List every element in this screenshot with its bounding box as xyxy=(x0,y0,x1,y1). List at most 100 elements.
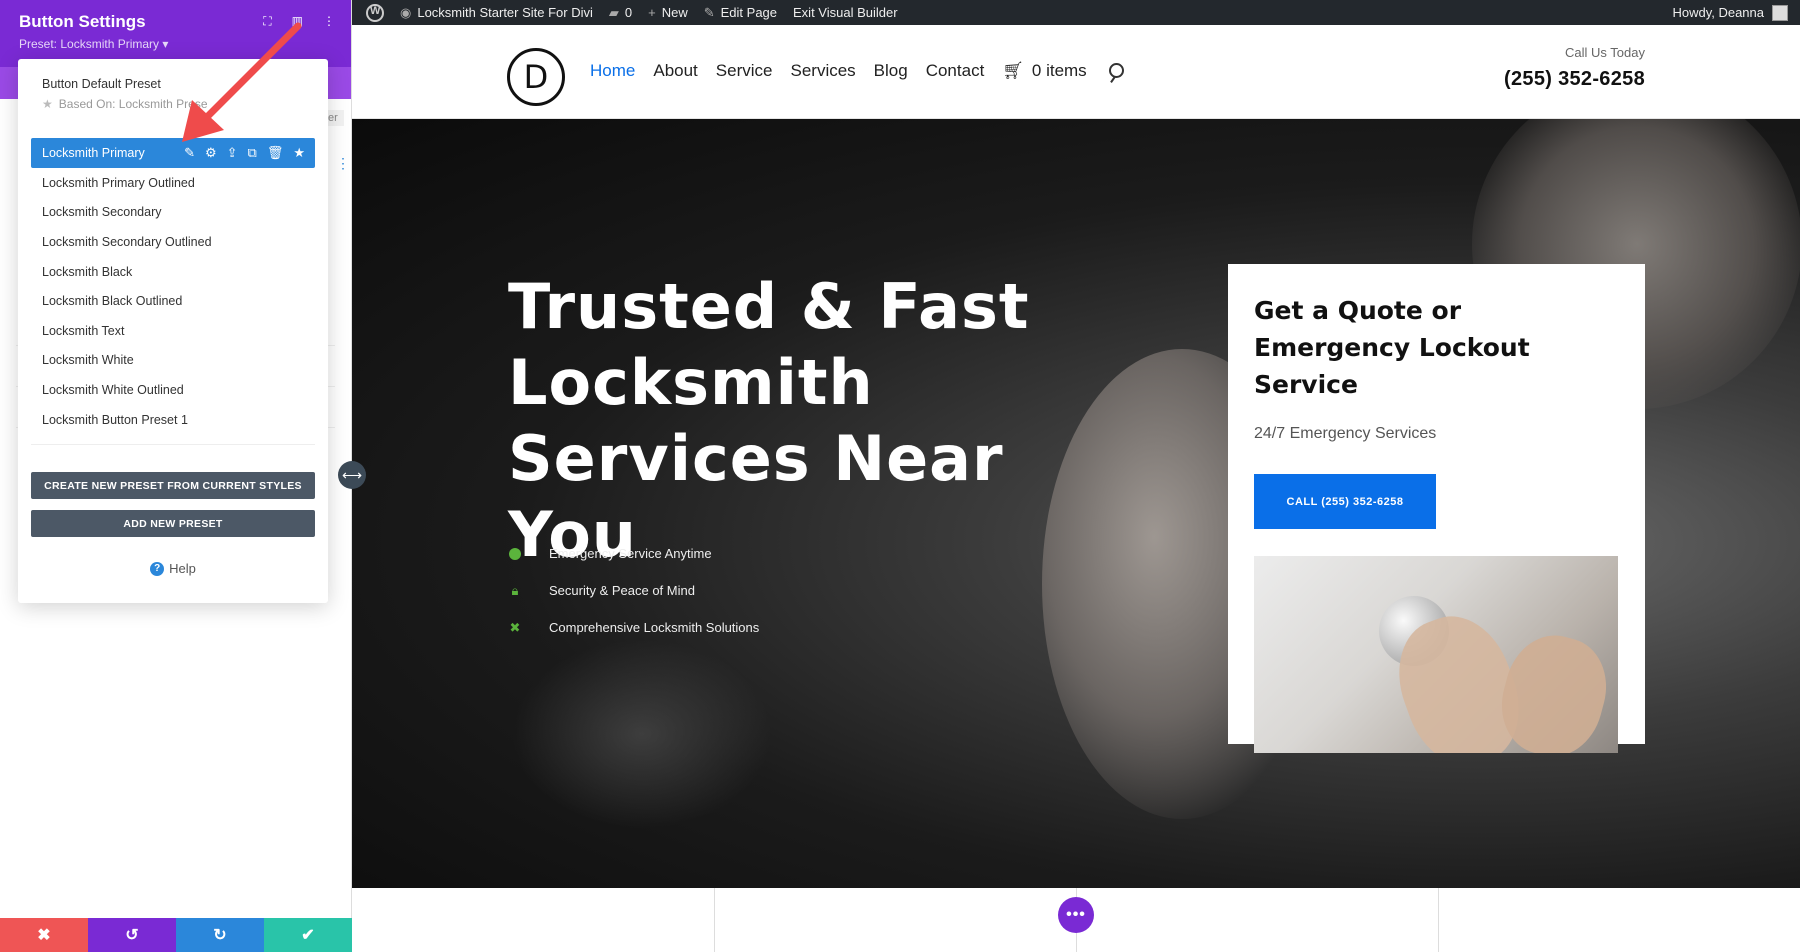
panel-header-icons: ⛶ ▥ ⋮ xyxy=(263,14,335,29)
site-header: D Home About Service Services Blog Conta… xyxy=(352,25,1800,119)
admin-bar-comments[interactable]: ▰ 0 xyxy=(601,0,640,25)
admin-bar-edit-page[interactable]: ✎ Edit Page xyxy=(696,0,785,25)
export-icon[interactable]: ⇪ xyxy=(227,145,238,161)
cart-link[interactable]: 🛒︎ 0 items xyxy=(1002,61,1086,81)
nav-about[interactable]: About xyxy=(653,61,697,81)
delete-icon[interactable]: 🗑︎ xyxy=(267,145,284,161)
tools-icon: ✖ xyxy=(509,619,521,635)
redo-button[interactable]: ↻ xyxy=(176,918,264,952)
fullscreen-icon[interactable]: ⛶ xyxy=(263,14,271,29)
quote-card-title: Get a Quote or Emergency Lockout Service xyxy=(1254,296,1530,399)
feature-label: Comprehensive Locksmith Solutions xyxy=(549,620,760,635)
help-label: Help xyxy=(169,561,196,577)
edit-icon[interactable]: ✎ xyxy=(184,145,195,161)
nav-home[interactable]: Home xyxy=(590,61,635,81)
quote-card-subtitle: 24/7 Emergency Services xyxy=(1254,425,1437,442)
based-on-row: ★ Based On: Locksmith Prese xyxy=(42,97,315,111)
wordpress-logo-icon[interactable] xyxy=(352,0,392,25)
nav-contact[interactable]: Contact xyxy=(926,61,985,81)
preset-item-label: Locksmith Primary xyxy=(42,146,145,160)
nav-blog[interactable]: Blog xyxy=(874,61,908,81)
based-on-label: Based On: Locksmith Prese xyxy=(58,97,208,111)
feature-item: Emergency Service Anytime xyxy=(508,535,759,572)
preset-item[interactable]: Locksmith Secondary xyxy=(31,198,315,228)
admin-bar-exit-builder[interactable]: Exit Visual Builder xyxy=(785,0,906,25)
column-divider xyxy=(1438,888,1439,952)
edit-page-label: Edit Page xyxy=(720,5,778,20)
header-phone[interactable]: (255) 352-6258 xyxy=(1504,68,1645,91)
lock-picking-image xyxy=(1254,556,1618,753)
save-button[interactable]: ✔ xyxy=(264,918,352,952)
default-star-icon[interactable]: ★ xyxy=(293,145,305,161)
resize-handle-icon[interactable]: ⟷ xyxy=(338,461,366,489)
gear-icon[interactable]: ⚙ xyxy=(205,145,217,161)
discard-button[interactable]: ✖ xyxy=(0,918,88,952)
call-button[interactable]: CALL (255) 352-6258 xyxy=(1254,474,1436,529)
preset-item[interactable]: Locksmith Black Outlined xyxy=(31,286,315,316)
preset-list: Locksmith Primary ✎ ⚙ ⇪ ⧉ 🗑︎ ★ Locksmith… xyxy=(31,138,315,434)
preset-item[interactable]: Locksmith White Outlined xyxy=(31,375,315,405)
create-preset-button[interactable]: CREATE NEW PRESET FROM CURRENT STYLES xyxy=(31,472,315,500)
admin-bar-account[interactable]: Howdy, Deanna xyxy=(1672,4,1800,21)
comment-icon: ▰ xyxy=(608,4,619,20)
preset-item[interactable]: Locksmith White xyxy=(31,346,315,376)
close-icon: ✖ xyxy=(37,927,51,944)
avatar xyxy=(1772,4,1788,21)
hero-section: Trusted & Fast Locksmith Services Near Y… xyxy=(352,119,1800,888)
hero-title: Trusted & Fast Locksmith Services Near Y… xyxy=(508,270,1030,571)
plus-icon: + xyxy=(648,5,656,20)
preset-item-locksmith-primary[interactable]: Locksmith Primary ✎ ⚙ ⇪ ⧉ 🗑︎ ★ xyxy=(31,138,315,168)
lock-icon: 🔒︎ xyxy=(511,582,519,598)
hero-background-keys xyxy=(512,639,772,829)
help-link[interactable]: ? Help xyxy=(31,561,315,576)
check-icon: ✔ xyxy=(301,927,315,944)
preset-dropdown: Button Default Preset ★ Based On: Locksm… xyxy=(18,59,328,603)
column-divider xyxy=(714,888,715,952)
undo-icon: ↺ xyxy=(125,927,139,944)
call-label: Call Us Today xyxy=(1565,45,1645,60)
add-preset-button[interactable]: ADD NEW PRESET xyxy=(31,510,315,538)
exit-builder-label: Exit Visual Builder xyxy=(793,5,898,20)
preset-item[interactable]: Locksmith Secondary Outlined xyxy=(31,227,315,257)
admin-bar-new[interactable]: + New xyxy=(640,0,696,25)
site-logo[interactable]: D xyxy=(507,48,565,106)
dashboard-icon: ◉ xyxy=(400,4,412,20)
admin-bar-site-link[interactable]: ◉ Locksmith Starter Site For Divi xyxy=(392,0,601,25)
star-icon: ★ xyxy=(42,97,53,111)
feature-item: ✖ Comprehensive Locksmith Solutions xyxy=(508,609,760,646)
panel-header: Button Settings Preset: Locksmith Primar… xyxy=(0,0,351,67)
wp-admin-bar: ◉ Locksmith Starter Site For Divi ▰ 0 + … xyxy=(352,0,1800,25)
preset-item[interactable]: Locksmith Text xyxy=(31,316,315,346)
more-options-icon[interactable]: ⋮ xyxy=(323,14,335,29)
nav-service[interactable]: Service xyxy=(716,61,773,81)
redo-icon: ↻ xyxy=(213,927,227,944)
undo-button[interactable]: ↺ xyxy=(88,918,176,952)
feature-item: 🔒︎ Security & Peace of Mind xyxy=(508,572,759,609)
default-preset[interactable]: Button Default Preset ★ Based On: Locksm… xyxy=(31,77,315,111)
panel-footer: ✖ ↺ ↻ ✔ xyxy=(0,918,352,952)
cart-label: 0 items xyxy=(1031,61,1087,80)
duplicate-icon[interactable]: ⧉ xyxy=(248,145,257,161)
preset-item[interactable]: Locksmith Primary Outlined xyxy=(31,168,315,198)
default-preset-label: Button Default Preset xyxy=(42,77,161,91)
clock-icon xyxy=(508,547,522,561)
comments-count: 0 xyxy=(624,5,633,20)
feature-label: Emergency Service Anytime xyxy=(549,546,712,561)
new-label: New xyxy=(661,5,688,20)
pencil-icon: ✎ xyxy=(703,4,715,20)
quote-card: Get a Quote or Emergency Lockout Service… xyxy=(1228,264,1645,753)
header-call-box: Call Us Today (255) 352-6258 xyxy=(1504,45,1645,91)
preset-selector[interactable]: Preset: Locksmith Primary ▾ xyxy=(19,37,332,51)
logo-letter: D xyxy=(523,58,549,96)
search-icon[interactable] xyxy=(1108,63,1124,78)
feature-label: Security & Peace of Mind xyxy=(549,583,695,598)
howdy-label: Howdy, Deanna xyxy=(1672,5,1764,20)
preset-actions: ✎ ⚙ ⇪ ⧉ 🗑︎ ★ xyxy=(184,145,315,161)
preset-item[interactable]: Locksmith Black xyxy=(31,257,315,287)
split-view-icon[interactable]: ▥ xyxy=(292,14,303,29)
nav-services[interactable]: Services xyxy=(790,61,855,81)
group-menu-icon[interactable]: ⋮ xyxy=(336,155,350,172)
main-nav: Home About Service Services Blog Contact… xyxy=(590,61,1124,81)
preset-item[interactable]: Locksmith Button Preset 1 xyxy=(31,405,315,435)
builder-settings-fab[interactable]: ••• xyxy=(1058,897,1094,933)
